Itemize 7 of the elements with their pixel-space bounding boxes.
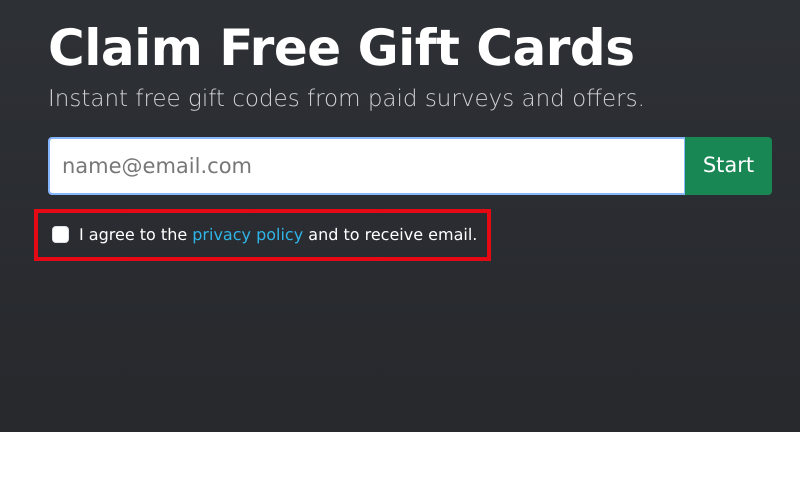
privacy-policy-link[interactable]: privacy policy xyxy=(192,224,304,244)
agree-checkbox[interactable] xyxy=(52,226,69,243)
hero-title: Claim Free Gift Cards xyxy=(48,18,636,78)
start-button[interactable]: Start xyxy=(685,136,772,194)
hero-subtitle: Instant free gift codes from paid surveys and offers. xyxy=(48,85,646,114)
email-field[interactable]: name@email.com xyxy=(48,136,686,194)
consent-text: I agree to the privacy policy and to receive email. xyxy=(79,224,478,246)
